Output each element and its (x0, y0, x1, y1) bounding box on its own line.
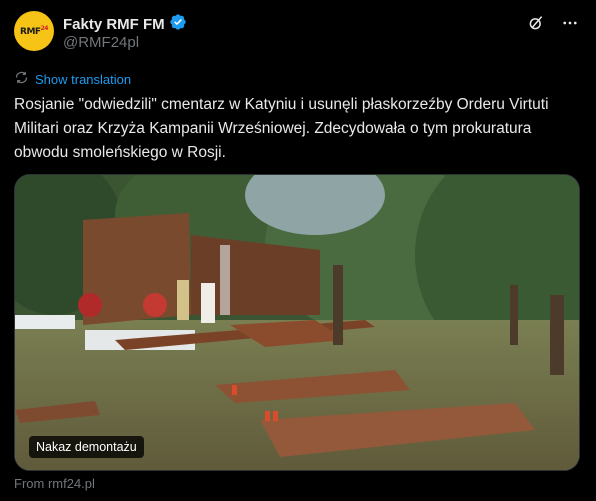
account-name-row[interactable]: Fakty RMF FM (63, 13, 187, 36)
media-caption-badge: Nakaz demontażu (29, 436, 144, 458)
tweet-media-image[interactable]: Nakaz demontażu (14, 174, 580, 471)
show-translation-label[interactable]: Show translation (35, 72, 131, 87)
tweet-text: Rosjanie "odwiedzili" cmentarz w Katyniu… (14, 96, 549, 161)
translate-icon (14, 70, 29, 88)
more-icon[interactable] (560, 13, 580, 33)
source-link[interactable]: From rmf24.pl (14, 476, 95, 491)
account-name[interactable]: Fakty RMF FM (63, 16, 165, 33)
show-translation-link[interactable]: Show translation (14, 70, 131, 88)
avatar-logo: RMF24 (20, 25, 48, 37)
grok-icon[interactable] (526, 13, 546, 33)
avatar[interactable]: RMF24 (14, 11, 54, 51)
verified-badge-icon (169, 13, 187, 36)
account-handle[interactable]: @RMF24pl (63, 34, 139, 51)
